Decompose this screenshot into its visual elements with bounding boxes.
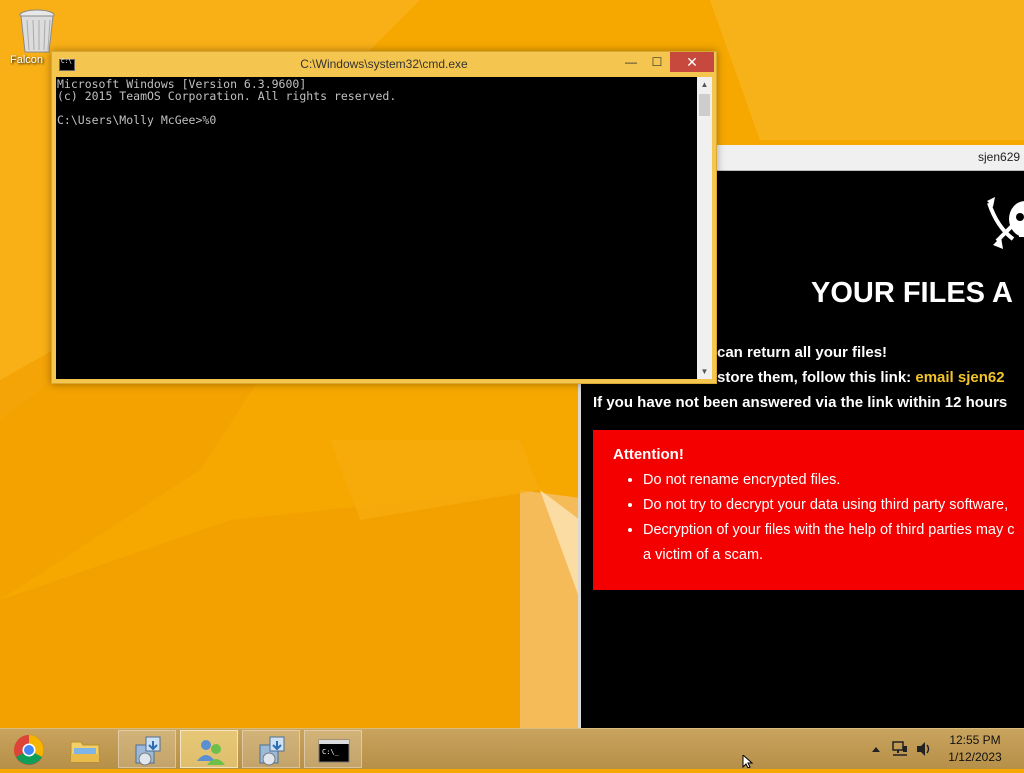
- clock-time: 12:55 PM: [949, 733, 1001, 747]
- close-button[interactable]: ✕: [670, 52, 714, 72]
- attention-list: Do not rename encrypted files. Do not tr…: [623, 468, 1015, 568]
- taskbar-installer-button-2[interactable]: [242, 730, 300, 768]
- taskbar-file-explorer-button[interactable]: [56, 730, 114, 768]
- installer-icon: [259, 736, 285, 766]
- ransom-line-1: can return all your files!: [717, 344, 888, 361]
- taskbar-users-button[interactable]: [180, 730, 238, 768]
- cmd-titlebar[interactable]: C:\Windows\system32\cmd.exe — ☐ ✕: [52, 52, 716, 77]
- scroll-up-arrow-icon[interactable]: ▲: [697, 77, 712, 92]
- recycle-bin-icon: [17, 8, 57, 54]
- attention-title: Attention!: [613, 446, 684, 463]
- maximize-button[interactable]: ☐: [644, 52, 670, 72]
- ransom-line-2-text: store them, follow this link:: [717, 369, 912, 386]
- cmd-window[interactable]: C:\Windows\system32\cmd.exe — ☐ ✕ Micros…: [51, 51, 717, 384]
- scroll-down-arrow-icon[interactable]: ▼: [697, 364, 712, 379]
- taskbar: C:\_ 12:55 PM 1/12/2023: [0, 728, 1024, 769]
- taskbar-clock[interactable]: 12:55 PM 1/12/2023: [930, 732, 1020, 766]
- cmd-icon: C:\_: [318, 739, 350, 763]
- clock-date: 1/12/2023: [948, 750, 1002, 764]
- console-line: (c) 2015 TeamOS Corporation. All rights …: [57, 89, 397, 103]
- taskbar-cmd-button[interactable]: C:\_: [304, 730, 362, 768]
- network-icon[interactable]: [891, 729, 909, 769]
- folder-icon: [70, 741, 100, 763]
- taskbar-chrome-button[interactable]: [0, 730, 58, 768]
- cmd-window-title: C:\Windows\system32\cmd.exe: [300, 57, 468, 71]
- users-icon: [197, 740, 225, 765]
- cmd-console[interactable]: Microsoft Windows [Version 6.3.9600] (c) …: [56, 77, 697, 379]
- installer-icon: [135, 736, 161, 766]
- ransom-window-title: sjen629: [978, 150, 1021, 164]
- attention-item: Do not rename encrypted files.: [643, 468, 1015, 493]
- minimize-button[interactable]: —: [618, 52, 644, 72]
- attention-item: Decryption of your files with the help o…: [643, 518, 1015, 543]
- cmd-scrollbar[interactable]: ▲ ▼: [697, 77, 712, 379]
- skull-crossbones-icon: [983, 193, 1024, 263]
- attention-item: Do not try to decrypt your data using th…: [643, 493, 1015, 518]
- ransom-headline: YOUR FILES A: [811, 277, 1013, 309]
- tray-show-hidden-icon[interactable]: [870, 729, 882, 769]
- ransom-line-2: store them, follow this link: email sjen…: [717, 369, 1005, 386]
- attention-box: Attention! Do not rename encrypted files…: [593, 430, 1024, 590]
- ransom-email-link[interactable]: email sjen62: [915, 369, 1004, 386]
- ransom-line-3: If you have not been answered via the li…: [593, 394, 1008, 411]
- chrome-icon: [14, 735, 44, 765]
- svg-text:C:\_: C:\_: [322, 748, 340, 756]
- scrollbar-thumb[interactable]: [699, 94, 710, 116]
- console-prompt-line: C:\Users\Molly McGee>%0: [57, 113, 217, 127]
- attention-item-continued: a victim of a scam.: [643, 547, 764, 563]
- taskbar-installer-button-1[interactable]: [118, 730, 176, 768]
- mouse-cursor-icon: [742, 753, 756, 773]
